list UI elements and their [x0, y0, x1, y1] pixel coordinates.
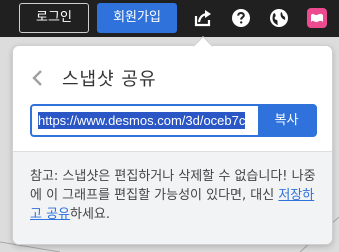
chevron-left-icon[interactable]	[30, 68, 46, 88]
popover-title: 스냅샷 공유	[62, 69, 157, 90]
signup-button[interactable]: 회원가입	[97, 3, 177, 33]
share-popover: 스냅샷 공유 https://www.desmos.com/3d/oceb7c …	[12, 45, 333, 245]
globe-icon[interactable]	[268, 7, 290, 29]
copy-button[interactable]: 복사	[258, 106, 315, 135]
share-url-row: https://www.desmos.com/3d/oceb7c 복사	[30, 104, 317, 137]
snapshot-note: 참고: 스냅샷은 편집하거나 삭제할 수 없습니다! 나중에 이 그래프를 편집…	[13, 151, 332, 244]
top-bar: 로그인 회원가입	[0, 0, 339, 37]
brand-icon[interactable]	[306, 7, 328, 29]
login-button[interactable]: 로그인	[19, 3, 89, 33]
share-url-value: https://www.desmos.com/3d/oceb7c	[38, 112, 246, 129]
note-text-prefix: 참고: 스냅샷은 편집하거나 삭제할 수 없습니다! 나중에 이 그래프를 편집…	[30, 169, 316, 203]
share-url-input[interactable]: https://www.desmos.com/3d/oceb7c	[32, 106, 258, 135]
help-icon[interactable]	[230, 7, 252, 29]
share-icon[interactable]	[192, 7, 214, 29]
note-text-suffix: 하세요.	[70, 207, 111, 222]
